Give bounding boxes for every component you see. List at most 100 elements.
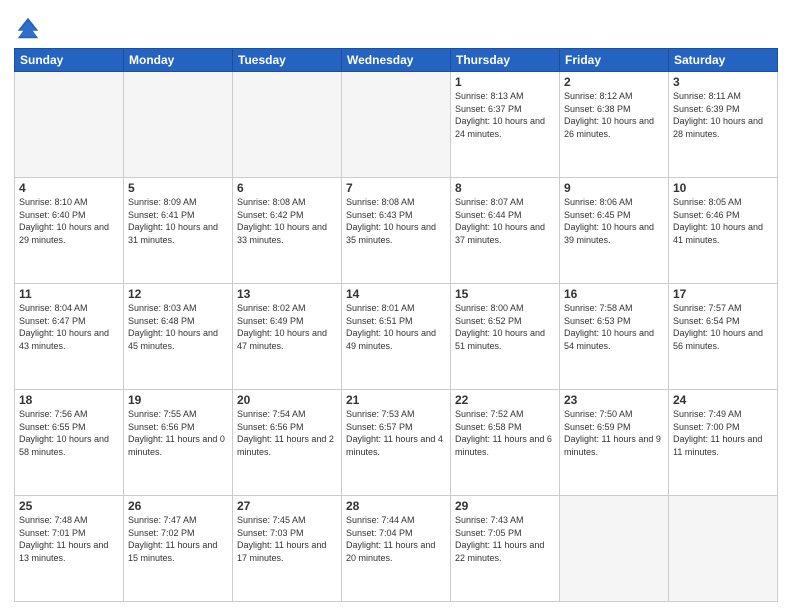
day-number: 24 — [673, 393, 773, 407]
day-number: 1 — [455, 75, 555, 89]
day-number: 4 — [19, 181, 119, 195]
day-number: 14 — [346, 287, 446, 301]
day-info: Sunrise: 7:54 AM Sunset: 6:56 PM Dayligh… — [237, 408, 337, 458]
day-number: 15 — [455, 287, 555, 301]
week-row-1: 4Sunrise: 8:10 AM Sunset: 6:40 PM Daylig… — [15, 178, 778, 284]
day-number: 25 — [19, 499, 119, 513]
calendar-cell: 13Sunrise: 8:02 AM Sunset: 6:49 PM Dayli… — [233, 284, 342, 390]
day-number: 20 — [237, 393, 337, 407]
day-number: 13 — [237, 287, 337, 301]
calendar-cell: 21Sunrise: 7:53 AM Sunset: 6:57 PM Dayli… — [342, 390, 451, 496]
day-number: 19 — [128, 393, 228, 407]
calendar-cell: 1Sunrise: 8:13 AM Sunset: 6:37 PM Daylig… — [451, 72, 560, 178]
day-info: Sunrise: 8:09 AM Sunset: 6:41 PM Dayligh… — [128, 196, 228, 246]
calendar-cell: 29Sunrise: 7:43 AM Sunset: 7:05 PM Dayli… — [451, 496, 560, 602]
calendar-cell — [233, 72, 342, 178]
calendar-cell: 15Sunrise: 8:00 AM Sunset: 6:52 PM Dayli… — [451, 284, 560, 390]
calendar-cell: 27Sunrise: 7:45 AM Sunset: 7:03 PM Dayli… — [233, 496, 342, 602]
calendar-table: SundayMondayTuesdayWednesdayThursdayFrid… — [14, 48, 778, 602]
day-info: Sunrise: 7:45 AM Sunset: 7:03 PM Dayligh… — [237, 514, 337, 564]
calendar-cell: 16Sunrise: 7:58 AM Sunset: 6:53 PM Dayli… — [560, 284, 669, 390]
day-number: 17 — [673, 287, 773, 301]
day-number: 27 — [237, 499, 337, 513]
calendar-cell: 24Sunrise: 7:49 AM Sunset: 7:00 PM Dayli… — [669, 390, 778, 496]
day-info: Sunrise: 8:13 AM Sunset: 6:37 PM Dayligh… — [455, 90, 555, 140]
calendar-cell — [15, 72, 124, 178]
day-number: 6 — [237, 181, 337, 195]
logo — [14, 14, 46, 42]
day-info: Sunrise: 7:49 AM Sunset: 7:00 PM Dayligh… — [673, 408, 773, 458]
weekday-wednesday: Wednesday — [342, 49, 451, 72]
calendar-cell: 17Sunrise: 7:57 AM Sunset: 6:54 PM Dayli… — [669, 284, 778, 390]
day-info: Sunrise: 7:43 AM Sunset: 7:05 PM Dayligh… — [455, 514, 555, 564]
day-info: Sunrise: 8:12 AM Sunset: 6:38 PM Dayligh… — [564, 90, 664, 140]
day-info: Sunrise: 8:10 AM Sunset: 6:40 PM Dayligh… — [19, 196, 119, 246]
calendar-cell: 10Sunrise: 8:05 AM Sunset: 6:46 PM Dayli… — [669, 178, 778, 284]
day-info: Sunrise: 8:08 AM Sunset: 6:43 PM Dayligh… — [346, 196, 446, 246]
day-info: Sunrise: 7:56 AM Sunset: 6:55 PM Dayligh… — [19, 408, 119, 458]
day-info: Sunrise: 7:55 AM Sunset: 6:56 PM Dayligh… — [128, 408, 228, 458]
calendar-cell: 28Sunrise: 7:44 AM Sunset: 7:04 PM Dayli… — [342, 496, 451, 602]
day-info: Sunrise: 7:52 AM Sunset: 6:58 PM Dayligh… — [455, 408, 555, 458]
calendar-cell: 23Sunrise: 7:50 AM Sunset: 6:59 PM Dayli… — [560, 390, 669, 496]
day-number: 23 — [564, 393, 664, 407]
day-info: Sunrise: 7:48 AM Sunset: 7:01 PM Dayligh… — [19, 514, 119, 564]
week-row-4: 25Sunrise: 7:48 AM Sunset: 7:01 PM Dayli… — [15, 496, 778, 602]
day-info: Sunrise: 7:44 AM Sunset: 7:04 PM Dayligh… — [346, 514, 446, 564]
weekday-monday: Monday — [124, 49, 233, 72]
calendar-cell: 25Sunrise: 7:48 AM Sunset: 7:01 PM Dayli… — [15, 496, 124, 602]
weekday-saturday: Saturday — [669, 49, 778, 72]
calendar-cell: 19Sunrise: 7:55 AM Sunset: 6:56 PM Dayli… — [124, 390, 233, 496]
weekday-friday: Friday — [560, 49, 669, 72]
week-row-0: 1Sunrise: 8:13 AM Sunset: 6:37 PM Daylig… — [15, 72, 778, 178]
day-number: 8 — [455, 181, 555, 195]
day-info: Sunrise: 8:04 AM Sunset: 6:47 PM Dayligh… — [19, 302, 119, 352]
calendar-cell: 11Sunrise: 8:04 AM Sunset: 6:47 PM Dayli… — [15, 284, 124, 390]
week-row-2: 11Sunrise: 8:04 AM Sunset: 6:47 PM Dayli… — [15, 284, 778, 390]
weekday-sunday: Sunday — [15, 49, 124, 72]
calendar-cell: 9Sunrise: 8:06 AM Sunset: 6:45 PM Daylig… — [560, 178, 669, 284]
calendar-cell: 8Sunrise: 8:07 AM Sunset: 6:44 PM Daylig… — [451, 178, 560, 284]
day-info: Sunrise: 8:05 AM Sunset: 6:46 PM Dayligh… — [673, 196, 773, 246]
day-info: Sunrise: 7:58 AM Sunset: 6:53 PM Dayligh… — [564, 302, 664, 352]
weekday-header-row: SundayMondayTuesdayWednesdayThursdayFrid… — [15, 49, 778, 72]
day-info: Sunrise: 8:07 AM Sunset: 6:44 PM Dayligh… — [455, 196, 555, 246]
day-number: 10 — [673, 181, 773, 195]
day-info: Sunrise: 8:02 AM Sunset: 6:49 PM Dayligh… — [237, 302, 337, 352]
day-info: Sunrise: 7:50 AM Sunset: 6:59 PM Dayligh… — [564, 408, 664, 458]
day-number: 18 — [19, 393, 119, 407]
calendar-cell: 2Sunrise: 8:12 AM Sunset: 6:38 PM Daylig… — [560, 72, 669, 178]
day-number: 12 — [128, 287, 228, 301]
calendar-cell: 20Sunrise: 7:54 AM Sunset: 6:56 PM Dayli… — [233, 390, 342, 496]
calendar-cell: 22Sunrise: 7:52 AM Sunset: 6:58 PM Dayli… — [451, 390, 560, 496]
week-row-3: 18Sunrise: 7:56 AM Sunset: 6:55 PM Dayli… — [15, 390, 778, 496]
calendar-cell: 4Sunrise: 8:10 AM Sunset: 6:40 PM Daylig… — [15, 178, 124, 284]
calendar-cell — [124, 72, 233, 178]
day-info: Sunrise: 8:01 AM Sunset: 6:51 PM Dayligh… — [346, 302, 446, 352]
weekday-thursday: Thursday — [451, 49, 560, 72]
day-number: 22 — [455, 393, 555, 407]
day-number: 28 — [346, 499, 446, 513]
day-info: Sunrise: 8:00 AM Sunset: 6:52 PM Dayligh… — [455, 302, 555, 352]
day-info: Sunrise: 8:06 AM Sunset: 6:45 PM Dayligh… — [564, 196, 664, 246]
calendar-cell: 26Sunrise: 7:47 AM Sunset: 7:02 PM Dayli… — [124, 496, 233, 602]
day-number: 3 — [673, 75, 773, 89]
day-number: 5 — [128, 181, 228, 195]
day-number: 2 — [564, 75, 664, 89]
day-number: 7 — [346, 181, 446, 195]
calendar-cell — [560, 496, 669, 602]
calendar-cell: 7Sunrise: 8:08 AM Sunset: 6:43 PM Daylig… — [342, 178, 451, 284]
calendar-cell: 6Sunrise: 8:08 AM Sunset: 6:42 PM Daylig… — [233, 178, 342, 284]
day-info: Sunrise: 8:11 AM Sunset: 6:39 PM Dayligh… — [673, 90, 773, 140]
day-number: 26 — [128, 499, 228, 513]
day-info: Sunrise: 8:03 AM Sunset: 6:48 PM Dayligh… — [128, 302, 228, 352]
day-info: Sunrise: 7:57 AM Sunset: 6:54 PM Dayligh… — [673, 302, 773, 352]
page: SundayMondayTuesdayWednesdayThursdayFrid… — [0, 0, 792, 612]
header — [14, 10, 778, 42]
calendar-cell: 18Sunrise: 7:56 AM Sunset: 6:55 PM Dayli… — [15, 390, 124, 496]
day-info: Sunrise: 7:53 AM Sunset: 6:57 PM Dayligh… — [346, 408, 446, 458]
day-number: 21 — [346, 393, 446, 407]
day-info: Sunrise: 7:47 AM Sunset: 7:02 PM Dayligh… — [128, 514, 228, 564]
calendar-cell — [669, 496, 778, 602]
calendar-cell: 12Sunrise: 8:03 AM Sunset: 6:48 PM Dayli… — [124, 284, 233, 390]
